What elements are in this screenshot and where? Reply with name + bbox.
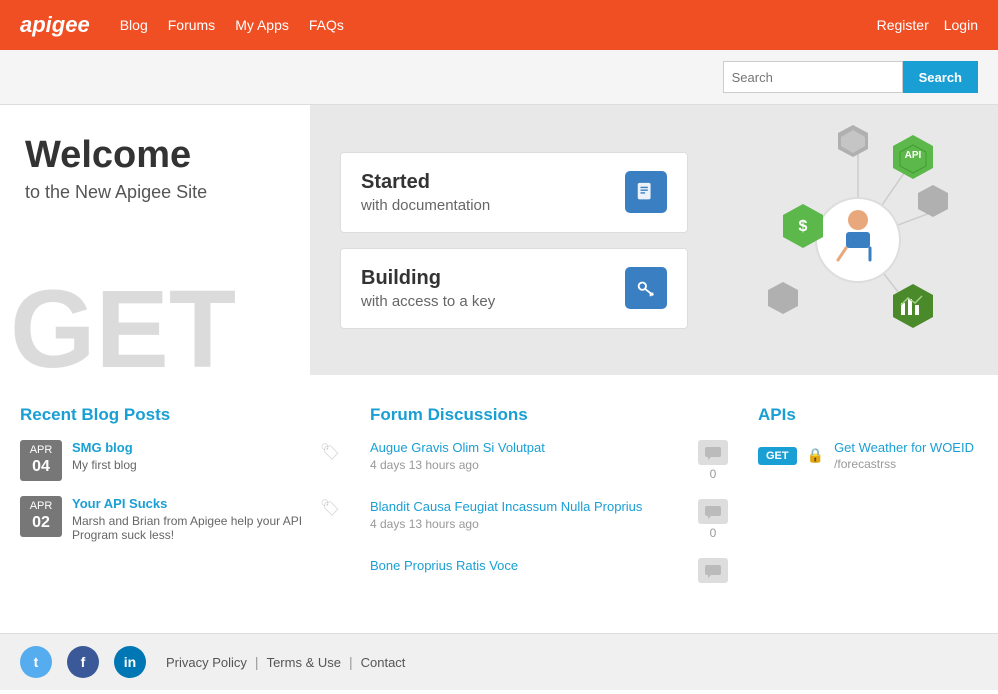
doc-icon	[625, 171, 667, 213]
forum-post-1: Blandit Causa Feugiat Incassum Nulla Pro…	[370, 499, 728, 540]
svg-text:$: $	[799, 218, 808, 235]
hero-card-building-sub: with access to a key	[361, 293, 495, 310]
hero-card-started-text: Started with documentation	[361, 171, 490, 214]
logo[interactable]: apigee	[20, 12, 90, 38]
blog-post-title-1[interactable]: Your API Sucks	[72, 496, 310, 511]
tag-icon-1: 🏷	[320, 498, 340, 518]
forum-comment-count-1: 0	[698, 499, 728, 540]
twitter-icon[interactable]: t	[20, 646, 52, 678]
api-title: APIs	[758, 405, 978, 425]
forum-section: Forum Discussions Augue Gravis Olim Si V…	[370, 405, 728, 603]
forum-post-title-2[interactable]: Bone Proprius Ratis Voce	[370, 558, 688, 573]
forum-post-title-0[interactable]: Augue Gravis Olim Si Volutpat	[370, 440, 688, 455]
blog-post-1: Apr 02 Your API Sucks Marsh and Brian fr…	[20, 496, 340, 542]
main-nav: Blog Forums My Apps FAQs	[120, 17, 877, 33]
blog-title: Recent Blog Posts	[20, 405, 340, 425]
hero-get-text: GET	[10, 275, 236, 375]
forum-post-content-1: Blandit Causa Feugiat Incassum Nulla Pro…	[370, 499, 688, 531]
blog-section: Recent Blog Posts Apr 04 SMG blog My fir…	[20, 405, 340, 603]
facebook-icon[interactable]: f	[67, 646, 99, 678]
blog-post-content-1: Your API Sucks Marsh and Brian from Apig…	[72, 496, 310, 542]
hero-card-started[interactable]: Started with documentation	[340, 152, 688, 233]
hero-section: Welcome to the New Apigee Site GET Start…	[0, 105, 998, 375]
hero-left: Welcome to the New Apigee Site GET	[0, 105, 310, 375]
forum-post-content-0: Augue Gravis Olim Si Volutpat 4 days 13 …	[370, 440, 688, 472]
nav-forums[interactable]: Forums	[168, 17, 215, 33]
forum-comment-count-2	[698, 558, 728, 585]
footer: t f in Privacy Policy | Terms & Use | Co…	[0, 633, 998, 690]
hero-cards: Started with documentation Building with…	[310, 105, 718, 375]
forum-post-time-0: 4 days 13 hours ago	[370, 458, 688, 472]
hero-card-started-heading: Started	[361, 171, 490, 194]
key-icon	[625, 267, 667, 309]
forum-post-title-1[interactable]: Blandit Causa Feugiat Incassum Nulla Pro…	[370, 499, 688, 514]
contact-link[interactable]: Contact	[361, 655, 406, 670]
blog-date-0: Apr 04	[20, 440, 62, 481]
hero-card-building-heading: Building	[361, 267, 495, 290]
register-link[interactable]: Register	[877, 17, 929, 33]
welcome-heading: Welcome	[25, 135, 285, 177]
api-method-badge: GET	[758, 447, 797, 465]
header: apigee Blog Forums My Apps FAQs Register…	[0, 0, 998, 50]
comment-icon-0	[698, 440, 728, 465]
hero-card-started-sub: with documentation	[361, 197, 490, 214]
blog-post-title-0[interactable]: SMG blog	[72, 440, 310, 455]
footer-sep-2: |	[349, 654, 353, 670]
comment-icon-2	[698, 558, 728, 583]
tag-icon-0: 🏷	[320, 442, 340, 462]
blog-post-excerpt-1: Marsh and Brian from Apigee help your AP…	[72, 514, 310, 542]
forum-title: Forum Discussions	[370, 405, 728, 425]
header-auth: Register Login	[877, 17, 978, 33]
nav-faqs[interactable]: FAQs	[309, 17, 344, 33]
login-link[interactable]: Login	[944, 17, 978, 33]
hero-card-building[interactable]: Building with access to a key	[340, 248, 688, 329]
blog-post-content-0: SMG blog My first blog	[72, 440, 310, 472]
content-section: Recent Blog Posts Apr 04 SMG blog My fir…	[0, 375, 998, 633]
search-button[interactable]: Search	[903, 61, 978, 93]
blog-post: Apr 04 SMG blog My first blog 🏷	[20, 440, 340, 481]
forum-comment-count-0: 0	[698, 440, 728, 481]
api-diagram: API $	[738, 120, 978, 360]
api-item-path: /forecastrss	[834, 457, 896, 471]
api-item-0: GET 🔒 Get Weather for WOEID /forecastrss	[758, 440, 978, 471]
forum-post-0: Augue Gravis Olim Si Volutpat 4 days 13 …	[370, 440, 728, 481]
api-item-info-0: Get Weather for WOEID /forecastrss	[834, 440, 974, 471]
api-item-name[interactable]: Get Weather for WOEID	[834, 440, 974, 455]
forum-post-content-2: Bone Proprius Ratis Voce	[370, 558, 688, 576]
nav-myapps[interactable]: My Apps	[235, 17, 289, 33]
privacy-policy-link[interactable]: Privacy Policy	[166, 655, 247, 670]
nav-blog[interactable]: Blog	[120, 17, 148, 33]
blog-post-excerpt-0: My first blog	[72, 458, 310, 472]
hero-card-building-text: Building with access to a key	[361, 267, 495, 310]
svg-text:API: API	[905, 150, 922, 161]
welcome-sub: to the New Apigee Site	[25, 182, 285, 203]
forum-post-2: Bone Proprius Ratis Voce	[370, 558, 728, 585]
footer-links: Privacy Policy | Terms & Use | Contact	[166, 654, 405, 670]
search-input[interactable]	[723, 61, 903, 93]
hero-illustration: API $	[718, 105, 998, 375]
footer-sep-1: |	[255, 654, 259, 670]
api-section: APIs GET 🔒 Get Weather for WOEID /foreca…	[758, 405, 978, 603]
lock-icon: 🔒	[807, 447, 824, 464]
search-bar: Search	[0, 50, 998, 105]
linkedin-icon[interactable]: in	[114, 646, 146, 678]
blog-date-1: Apr 02	[20, 496, 62, 537]
terms-use-link[interactable]: Terms & Use	[267, 655, 341, 670]
forum-post-time-1: 4 days 13 hours ago	[370, 517, 688, 531]
comment-icon-1	[698, 499, 728, 524]
